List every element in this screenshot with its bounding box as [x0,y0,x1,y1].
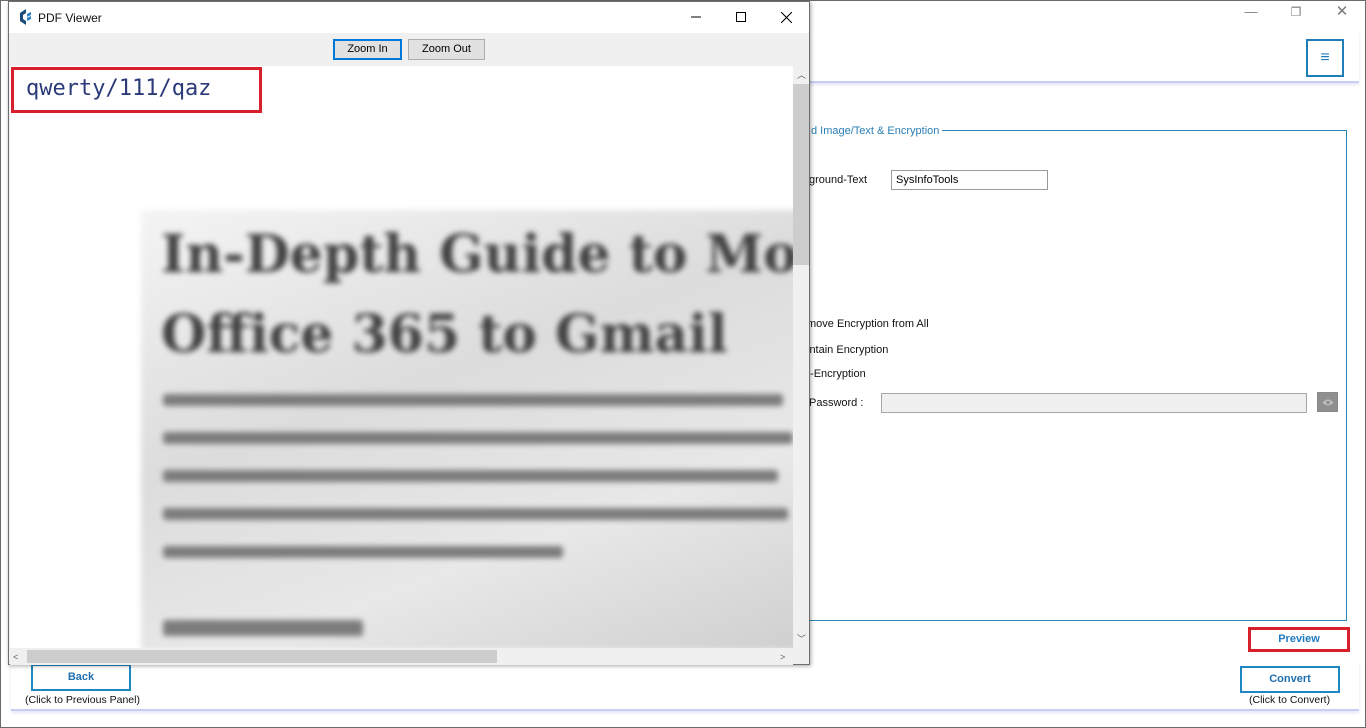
app-logo-icon [20,9,31,25]
convert-hint: (Click to Convert) [1249,694,1331,706]
app-close-button[interactable]: ✕ [1335,4,1349,19]
close-icon [780,11,792,23]
document-view[interactable]: In-Depth Guide to Move Office 365 to Gma… [10,66,793,648]
viewer-close-button[interactable] [763,2,809,32]
scroll-left-icon[interactable]: < [13,652,18,662]
zoom-out-button[interactable]: Zoom Out [408,39,485,60]
background-text-input[interactable] [891,170,1048,190]
zoom-in-button[interactable]: Zoom In [333,39,402,60]
password-input[interactable] [881,393,1307,413]
viewer-minimize-button[interactable] [673,2,719,32]
blurred-page-image: In-Depth Guide to Move Office 365 to Gma… [141,210,793,648]
pdf-viewer-window: PDF Viewer Zoom In Zoom Out In-Depth Gui… [8,1,810,665]
back-hint: (Click to Previous Panel) [25,694,140,706]
set-encryption-option[interactable]: t-Encryption [807,368,866,380]
background-text-label: ground-Text [809,174,868,186]
page-text-line [163,508,788,520]
watermark-text: qwerty/111/qaz [26,76,212,101]
remove-encryption-option[interactable]: move Encryption from All [807,318,929,330]
page-text-line [163,394,783,406]
vertical-scroll-thumb[interactable] [793,84,809,265]
viewer-maximize-button[interactable] [718,2,764,32]
footer-bar [11,661,1359,711]
show-password-button[interactable] [1317,392,1338,412]
page-text-line [163,620,363,636]
viewer-toolbar: Zoom In Zoom Out [9,33,809,65]
menu-button[interactable]: ≡ [1306,39,1344,77]
screen: — ❐ ✕ ≡ d Image/Text & Encryption ground… [0,0,1366,728]
watermark-highlight: qwerty/111/qaz [11,67,262,113]
app-minimize-button[interactable]: — [1244,5,1258,19]
minimize-icon [691,16,701,18]
options-group-title: d Image/Text & Encryption [807,125,943,137]
horizontal-scroll-thumb[interactable] [27,650,497,663]
password-label: Password : [809,397,864,409]
app-header [807,31,1359,83]
viewer-title: PDF Viewer [38,11,102,25]
back-button[interactable]: Back [31,664,131,691]
maintain-encryption-option[interactable]: intain Encryption [807,344,888,356]
page-text-line [163,546,563,558]
eye-icon [1322,399,1334,406]
scroll-right-icon[interactable]: > [780,652,785,662]
viewer-titlebar: PDF Viewer [9,2,809,33]
options-group-box [791,130,1347,621]
convert-button[interactable]: Convert [1240,666,1340,693]
page-heading-line-2: Office 365 to Gmail [161,304,728,365]
page-heading-line-1: In-Depth Guide to Move [161,224,793,285]
preview-button[interactable]: Preview [1248,627,1350,652]
app-restore-button[interactable]: ❐ [1289,5,1303,19]
page-text-line [163,432,793,444]
scroll-up-icon[interactable]: ︿ [797,70,806,80]
scroll-down-icon[interactable]: ﹀ [797,634,806,644]
maximize-icon [736,12,746,22]
page-text-line [163,470,778,482]
